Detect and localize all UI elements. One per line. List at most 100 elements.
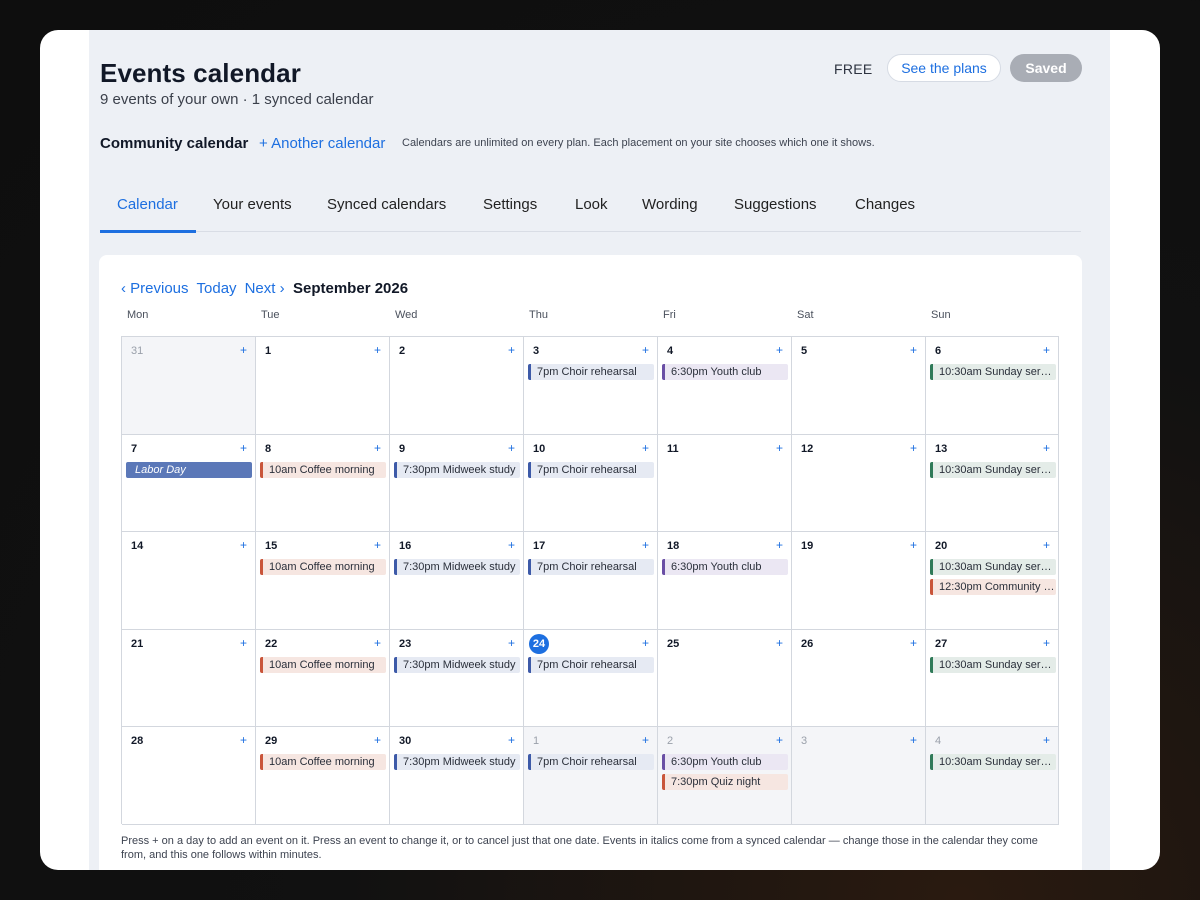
- day-cell: 30 +7:30pm Midweek study: [390, 727, 524, 825]
- day-cell: 1 +: [256, 337, 390, 435]
- add-event-button[interactable]: +: [776, 538, 783, 552]
- day-cell: 25 +: [658, 629, 792, 728]
- day-number: 31: [131, 345, 144, 357]
- add-event-button[interactable]: +: [642, 441, 649, 455]
- add-event-button[interactable]: +: [240, 733, 247, 747]
- day-cell: 31 +: [122, 337, 256, 435]
- event-chip[interactable]: 6:30pm Youth club: [662, 559, 788, 576]
- add-event-button[interactable]: +: [1043, 441, 1050, 455]
- day-number: 18: [667, 540, 680, 553]
- add-event-button[interactable]: +: [240, 441, 247, 455]
- day-number: 2: [399, 345, 406, 357]
- tab-look[interactable]: Look: [575, 196, 608, 213]
- add-event-button[interactable]: +: [910, 343, 917, 357]
- weekday-label: Sat: [797, 309, 814, 321]
- event-chip[interactable]: 10:30am Sunday service: [930, 364, 1056, 380]
- saved-button[interactable]: Saved: [1010, 54, 1082, 82]
- previous-month-link[interactable]: ‹ Previous: [121, 280, 189, 297]
- add-event-button[interactable]: +: [910, 636, 917, 650]
- event-chip[interactable]: 10:30am Sunday service: [930, 461, 1056, 478]
- tab-suggestions[interactable]: Suggestions: [734, 196, 817, 213]
- event-chip[interactable]: 7pm Choir rehearsal: [528, 656, 654, 673]
- tab-wording[interactable]: Wording: [642, 196, 698, 213]
- add-event-button[interactable]: +: [776, 343, 783, 357]
- tab-settings[interactable]: Settings: [483, 196, 537, 213]
- add-event-button[interactable]: +: [374, 538, 381, 552]
- calendars-note: Calendars are unlimited on every plan. E…: [402, 137, 875, 149]
- add-event-button[interactable]: +: [910, 538, 917, 552]
- event-chip[interactable]: 7pm Choir rehearsal: [528, 754, 654, 771]
- event-chip[interactable]: 10:30am Sunday service: [930, 559, 1056, 576]
- add-event-button[interactable]: +: [910, 733, 917, 747]
- day-number: 10: [533, 442, 546, 455]
- day-cell: 28 +: [122, 727, 256, 825]
- current-calendar-name[interactable]: Community calendar: [100, 135, 248, 152]
- add-event-button[interactable]: +: [240, 538, 247, 552]
- event-chip[interactable]: 10am Coffee morning: [260, 656, 386, 673]
- tab-synced-calendars[interactable]: Synced calendars: [327, 196, 446, 213]
- add-event-button[interactable]: +: [776, 441, 783, 455]
- event-chip[interactable]: 10:30am Sunday service: [930, 656, 1056, 673]
- add-event-button[interactable]: +: [1043, 636, 1050, 650]
- add-event-button[interactable]: +: [508, 636, 515, 650]
- event-chip[interactable]: 7pm Choir rehearsal: [528, 364, 654, 380]
- event-chip[interactable]: 10am Coffee morning: [260, 461, 386, 478]
- day-cell: 22 +10am Coffee morning: [256, 629, 390, 728]
- today-link[interactable]: Today: [197, 280, 237, 297]
- see-plans-button[interactable]: See the plans: [887, 54, 1001, 82]
- event-chip[interactable]: 6:30pm Youth club: [662, 364, 788, 380]
- tab-your-events[interactable]: Your events: [213, 196, 292, 213]
- event-chip[interactable]: 7:30pm Midweek study: [394, 559, 520, 576]
- add-event-button[interactable]: +: [642, 733, 649, 747]
- add-event-button[interactable]: +: [508, 343, 515, 357]
- add-event-button[interactable]: +: [240, 343, 247, 357]
- event-chip[interactable]: 7pm Choir rehearsal: [528, 559, 654, 576]
- add-event-button[interactable]: +: [374, 636, 381, 650]
- event-chip[interactable]: 6:30pm Youth club: [662, 754, 788, 771]
- add-event-button[interactable]: +: [1043, 733, 1050, 747]
- event-chip[interactable]: 7:30pm Midweek study: [394, 461, 520, 478]
- settings-panel: Events calendar 9 events of your own · 1…: [89, 30, 1110, 870]
- event-chip[interactable]: 10am Coffee morning: [260, 754, 386, 771]
- calendar-card: ‹ Previous Today Next › September 2026 Mon…: [99, 255, 1082, 870]
- month-title: September 2026: [293, 280, 409, 297]
- add-event-button[interactable]: +: [1043, 343, 1050, 357]
- day-cell: 10 +7pm Choir rehearsal: [524, 434, 658, 533]
- add-calendar-link[interactable]: + Another calendar: [259, 135, 385, 152]
- day-number: 7: [131, 442, 138, 455]
- event-chip[interactable]: 10am Coffee morning: [260, 559, 386, 576]
- add-event-button[interactable]: +: [1043, 538, 1050, 552]
- day-cell: 2 +6:30pm Youth club 7:30pm Quiz night: [658, 727, 792, 825]
- event-chip[interactable]: 7pm Choir rehearsal: [528, 461, 654, 478]
- event-chip[interactable]: 10:30am Sunday service: [930, 754, 1056, 771]
- day-number: 22: [265, 637, 278, 650]
- event-chip[interactable]: 7:30pm Midweek study: [394, 754, 520, 771]
- day-number: 8: [265, 442, 272, 455]
- add-event-button[interactable]: +: [642, 636, 649, 650]
- day-cell: 4 +6:30pm Youth club: [658, 337, 792, 435]
- add-event-button[interactable]: +: [374, 441, 381, 455]
- day-cell: 21 +: [122, 629, 256, 728]
- event-chip[interactable]: 7:30pm Quiz night: [662, 773, 788, 790]
- next-month-link[interactable]: Next ›: [245, 280, 285, 297]
- event-chip[interactable]: Labor Day: [126, 461, 252, 478]
- event-chip[interactable]: 7:30pm Midweek study: [394, 656, 520, 673]
- add-event-button[interactable]: +: [240, 636, 247, 650]
- add-event-button[interactable]: +: [374, 343, 381, 357]
- day-number: 25: [667, 637, 680, 650]
- day-cell: 12 +: [792, 434, 926, 533]
- add-event-button[interactable]: +: [642, 538, 649, 552]
- day-number: 9: [399, 442, 406, 455]
- add-event-button[interactable]: +: [508, 441, 515, 455]
- add-event-button[interactable]: +: [776, 733, 783, 747]
- add-event-button[interactable]: +: [374, 733, 381, 747]
- add-event-button[interactable]: +: [910, 441, 917, 455]
- event-chip[interactable]: 12:30pm Community lunch: [930, 578, 1056, 595]
- add-event-button[interactable]: +: [776, 636, 783, 650]
- tab-changes[interactable]: Changes: [855, 196, 915, 213]
- add-event-button[interactable]: +: [642, 343, 649, 357]
- tab-calendar[interactable]: Calendar: [117, 196, 178, 213]
- add-event-button[interactable]: +: [508, 538, 515, 552]
- day-number: 4: [667, 345, 674, 357]
- add-event-button[interactable]: +: [508, 733, 515, 747]
